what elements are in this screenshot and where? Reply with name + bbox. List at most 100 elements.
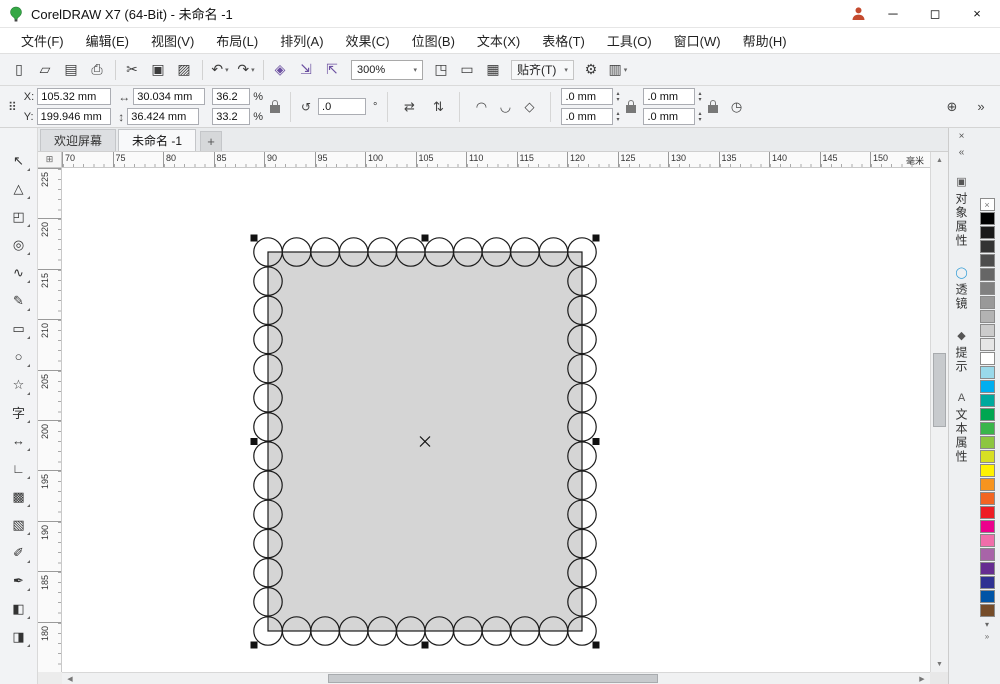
color-swatch[interactable] [980, 268, 995, 281]
x-position-input[interactable] [37, 88, 111, 105]
menu-item[interactable]: 表格(T) [531, 27, 596, 54]
fill-tool[interactable]: ◧ [6, 596, 32, 621]
show-grid-icon[interactable]: ▦ [481, 58, 505, 82]
color-swatch[interactable] [980, 296, 995, 309]
maximize-button[interactable]: ◻ [920, 3, 950, 25]
corner-radius-input[interactable] [643, 108, 695, 125]
search-content-icon[interactable]: ◈ [269, 58, 293, 82]
color-swatch[interactable] [980, 352, 995, 365]
scroll-right-button[interactable]: ▶ [914, 673, 930, 684]
color-swatch[interactable] [980, 366, 995, 379]
scroll-up-button[interactable]: ▲ [931, 152, 948, 168]
color-eyedropper-tool[interactable]: ✐ [6, 540, 32, 565]
color-swatch[interactable] [980, 324, 995, 337]
vertical-scroll-track[interactable] [931, 168, 948, 656]
drawing-page[interactable] [62, 168, 930, 672]
propbar-overflow-icon[interactable]: » [970, 96, 992, 118]
zoom-level-select[interactable]: 300% ▾ [351, 60, 423, 80]
docker-tab-object-properties[interactable]: ▣ 对象属性 [949, 166, 974, 257]
menu-item[interactable]: 视图(V) [140, 27, 205, 54]
save-icon[interactable]: ▤ [60, 58, 84, 82]
palette-scroll-down-icon[interactable]: ▾ [974, 618, 1000, 630]
straight-line-connector-tool[interactable]: ∟ [6, 456, 32, 481]
color-swatch[interactable] [980, 548, 995, 561]
selected-object-drawing[interactable] [62, 168, 930, 672]
menu-item[interactable]: 工具(O) [596, 27, 663, 54]
rectangle-tool[interactable]: ▭ [6, 316, 32, 341]
artistic-media-tool[interactable]: ✎ [6, 288, 32, 313]
color-swatch[interactable] [980, 478, 995, 491]
stepper[interactable]: ▴▾ [698, 111, 701, 123]
scale-x-input[interactable] [212, 88, 250, 105]
color-swatch[interactable] [980, 576, 995, 589]
menu-item[interactable]: 位图(B) [401, 27, 466, 54]
ruler-origin[interactable]: ⊞ [38, 152, 62, 168]
docker-close-icon[interactable]: × [949, 128, 974, 144]
stepper[interactable]: ▴▾ [616, 111, 619, 123]
interactive-fill-tool[interactable]: ◨ [6, 624, 32, 649]
palette-flyout-icon[interactable]: » [974, 630, 1000, 642]
vertical-scroll-thumb[interactable] [933, 353, 946, 427]
corner-scalloped-icon[interactable]: ◡ [494, 96, 516, 118]
open-icon[interactable]: ▱ [34, 58, 58, 82]
color-swatch[interactable] [980, 562, 995, 575]
color-swatch[interactable] [980, 492, 995, 505]
menu-item[interactable]: 窗口(W) [663, 27, 732, 54]
corner-radius-input[interactable] [643, 88, 695, 105]
corner-lock-icon[interactable] [708, 105, 718, 113]
corner-radius-input[interactable] [561, 88, 613, 105]
minimize-button[interactable]: ─ [878, 3, 908, 25]
color-swatch[interactable] [980, 338, 995, 351]
copy-icon[interactable]: ▣ [147, 58, 171, 82]
docker-collapse-icon[interactable]: « [949, 144, 974, 160]
menu-item[interactable]: 排列(A) [269, 27, 334, 54]
horizontal-scroll-thumb[interactable] [328, 674, 658, 683]
polygon-tool[interactable]: ☆ [6, 372, 32, 397]
options-icon[interactable]: ⚙ [580, 58, 604, 82]
export-icon[interactable]: ⇱ [321, 58, 345, 82]
zoom-tool[interactable]: ◎ [6, 232, 32, 257]
menu-item[interactable]: 文本(X) [466, 27, 531, 54]
plus-icon[interactable]: ⊕ [941, 96, 963, 118]
shape-tool[interactable]: △ [6, 176, 32, 201]
show-rulers-icon[interactable]: ▭ [455, 58, 479, 82]
corner-lock-icon[interactable] [626, 105, 636, 113]
color-swatch[interactable] [980, 394, 995, 407]
new-tab-button[interactable]: + [200, 131, 222, 151]
mirror-horizontal-icon[interactable]: ⇄ [398, 96, 420, 118]
pick-tool[interactable]: ↖ [6, 148, 32, 173]
mirror-vertical-icon[interactable]: ⇅ [427, 96, 449, 118]
color-swatch[interactable] [980, 436, 995, 449]
corner-radius-input[interactable] [561, 108, 613, 125]
docker-tab-lens[interactable]: ◯ 透镜 [949, 257, 974, 320]
menu-item[interactable]: 布局(L) [205, 27, 269, 54]
color-swatch[interactable] [980, 604, 995, 617]
docker-tab-text-properties[interactable]: A 文本属性 [949, 383, 974, 473]
horizontal-scroll-track[interactable] [78, 673, 914, 684]
horizontal-scrollbar[interactable]: ◀ ▶ [62, 672, 930, 684]
corner-round-icon[interactable]: ◠ [470, 96, 492, 118]
scale-ratio-lock-icon[interactable] [270, 105, 280, 113]
docker-tab-hints[interactable]: ◆ 提示 [949, 320, 974, 383]
color-swatch[interactable] [980, 310, 995, 323]
menu-item[interactable]: 编辑(E) [75, 27, 140, 54]
stepper[interactable]: ▴▾ [616, 91, 619, 103]
menu-item[interactable]: 帮助(H) [732, 27, 798, 54]
rotation-angle-input[interactable] [318, 98, 366, 115]
color-swatch[interactable] [980, 226, 995, 239]
fullscreen-preview-icon[interactable]: ◳ [429, 58, 453, 82]
scale-y-input[interactable] [212, 108, 250, 125]
new-document-icon[interactable]: ▯ [8, 58, 32, 82]
color-swatch[interactable] [980, 254, 995, 267]
cut-icon[interactable]: ✂ [121, 58, 145, 82]
color-swatch[interactable] [980, 450, 995, 463]
corner-chamfer-icon[interactable]: ◇ [518, 96, 540, 118]
vertical-scrollbar[interactable]: ▲ ▼ [930, 152, 948, 672]
color-swatch[interactable] [980, 520, 995, 533]
color-swatch[interactable] [980, 380, 995, 393]
menu-item[interactable]: 文件(F) [10, 27, 75, 54]
redo-icon[interactable]: ↷▾ [234, 58, 258, 82]
tab-welcome-screen[interactable]: 欢迎屏幕 [40, 129, 116, 151]
color-swatch[interactable] [980, 422, 995, 435]
snap-to-dropdown[interactable]: 贴齐(T) ▾ [511, 60, 574, 80]
